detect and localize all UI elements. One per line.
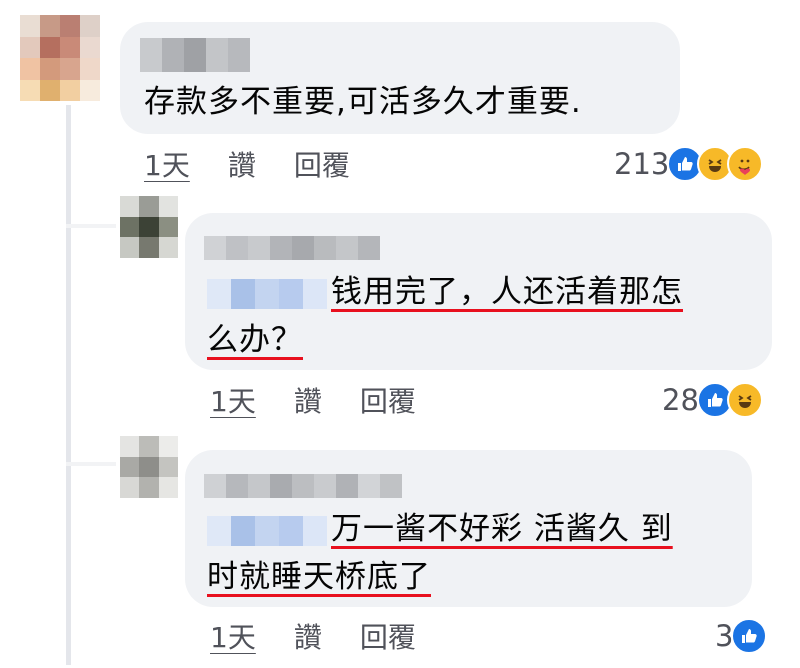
author-name-blurred[interactable]	[140, 38, 250, 72]
avatar[interactable]	[120, 196, 178, 258]
mention-tag-blurred[interactable]	[207, 278, 327, 309]
reply-text: 钱用完了，人还活着那怎 么办？	[207, 268, 767, 364]
reply-text-line2: 时就睡天桥底了	[207, 559, 431, 595]
reply-time[interactable]: 1天	[210, 380, 256, 420]
reply-button[interactable]: 回覆	[294, 144, 350, 184]
thread-branch-2	[66, 462, 116, 466]
like-icon	[731, 618, 768, 654]
comment-text: 存款多不重要,可活多久才重要.	[144, 84, 582, 120]
thread-line	[66, 105, 71, 665]
reply-text-line1: 万一酱不好彩 活酱久 到	[331, 511, 673, 547]
author-name-blurred[interactable]	[204, 474, 402, 498]
haha-icon	[726, 382, 763, 418]
reaction-summary[interactable]: 28	[662, 382, 763, 418]
mention-tag-blurred[interactable]	[207, 515, 327, 546]
thread-branch-1	[66, 224, 116, 228]
reply-meta: 1天 讚 回覆	[210, 616, 454, 656]
reaction-count: 28	[662, 383, 699, 417]
care-icon	[727, 146, 764, 182]
reply-time[interactable]: 1天	[210, 616, 256, 656]
comment-meta: 1天 讚 回覆	[144, 144, 388, 184]
avatar[interactable]	[20, 15, 100, 101]
like-button[interactable]: 讚	[294, 616, 322, 656]
like-button[interactable]: 讚	[294, 380, 322, 420]
reply-text-line1: 钱用完了，人还活着那怎	[331, 274, 683, 310]
reply-text-line2: 么办？	[207, 322, 303, 358]
reply-text: 万一酱不好彩 活酱久 到 时就睡天桥底了	[207, 505, 752, 601]
author-name-blurred[interactable]	[204, 236, 380, 260]
like-button[interactable]: 讚	[228, 144, 256, 184]
avatar[interactable]	[120, 436, 178, 498]
reply-meta: 1天 讚 回覆	[210, 380, 454, 420]
reply-button[interactable]: 回覆	[360, 380, 416, 420]
reply-button[interactable]: 回覆	[360, 616, 416, 656]
comment-time[interactable]: 1天	[144, 144, 190, 184]
reaction-count: 213	[614, 147, 670, 181]
reaction-summary[interactable]: 213	[614, 146, 764, 182]
reaction-summary[interactable]: 3	[715, 618, 768, 654]
